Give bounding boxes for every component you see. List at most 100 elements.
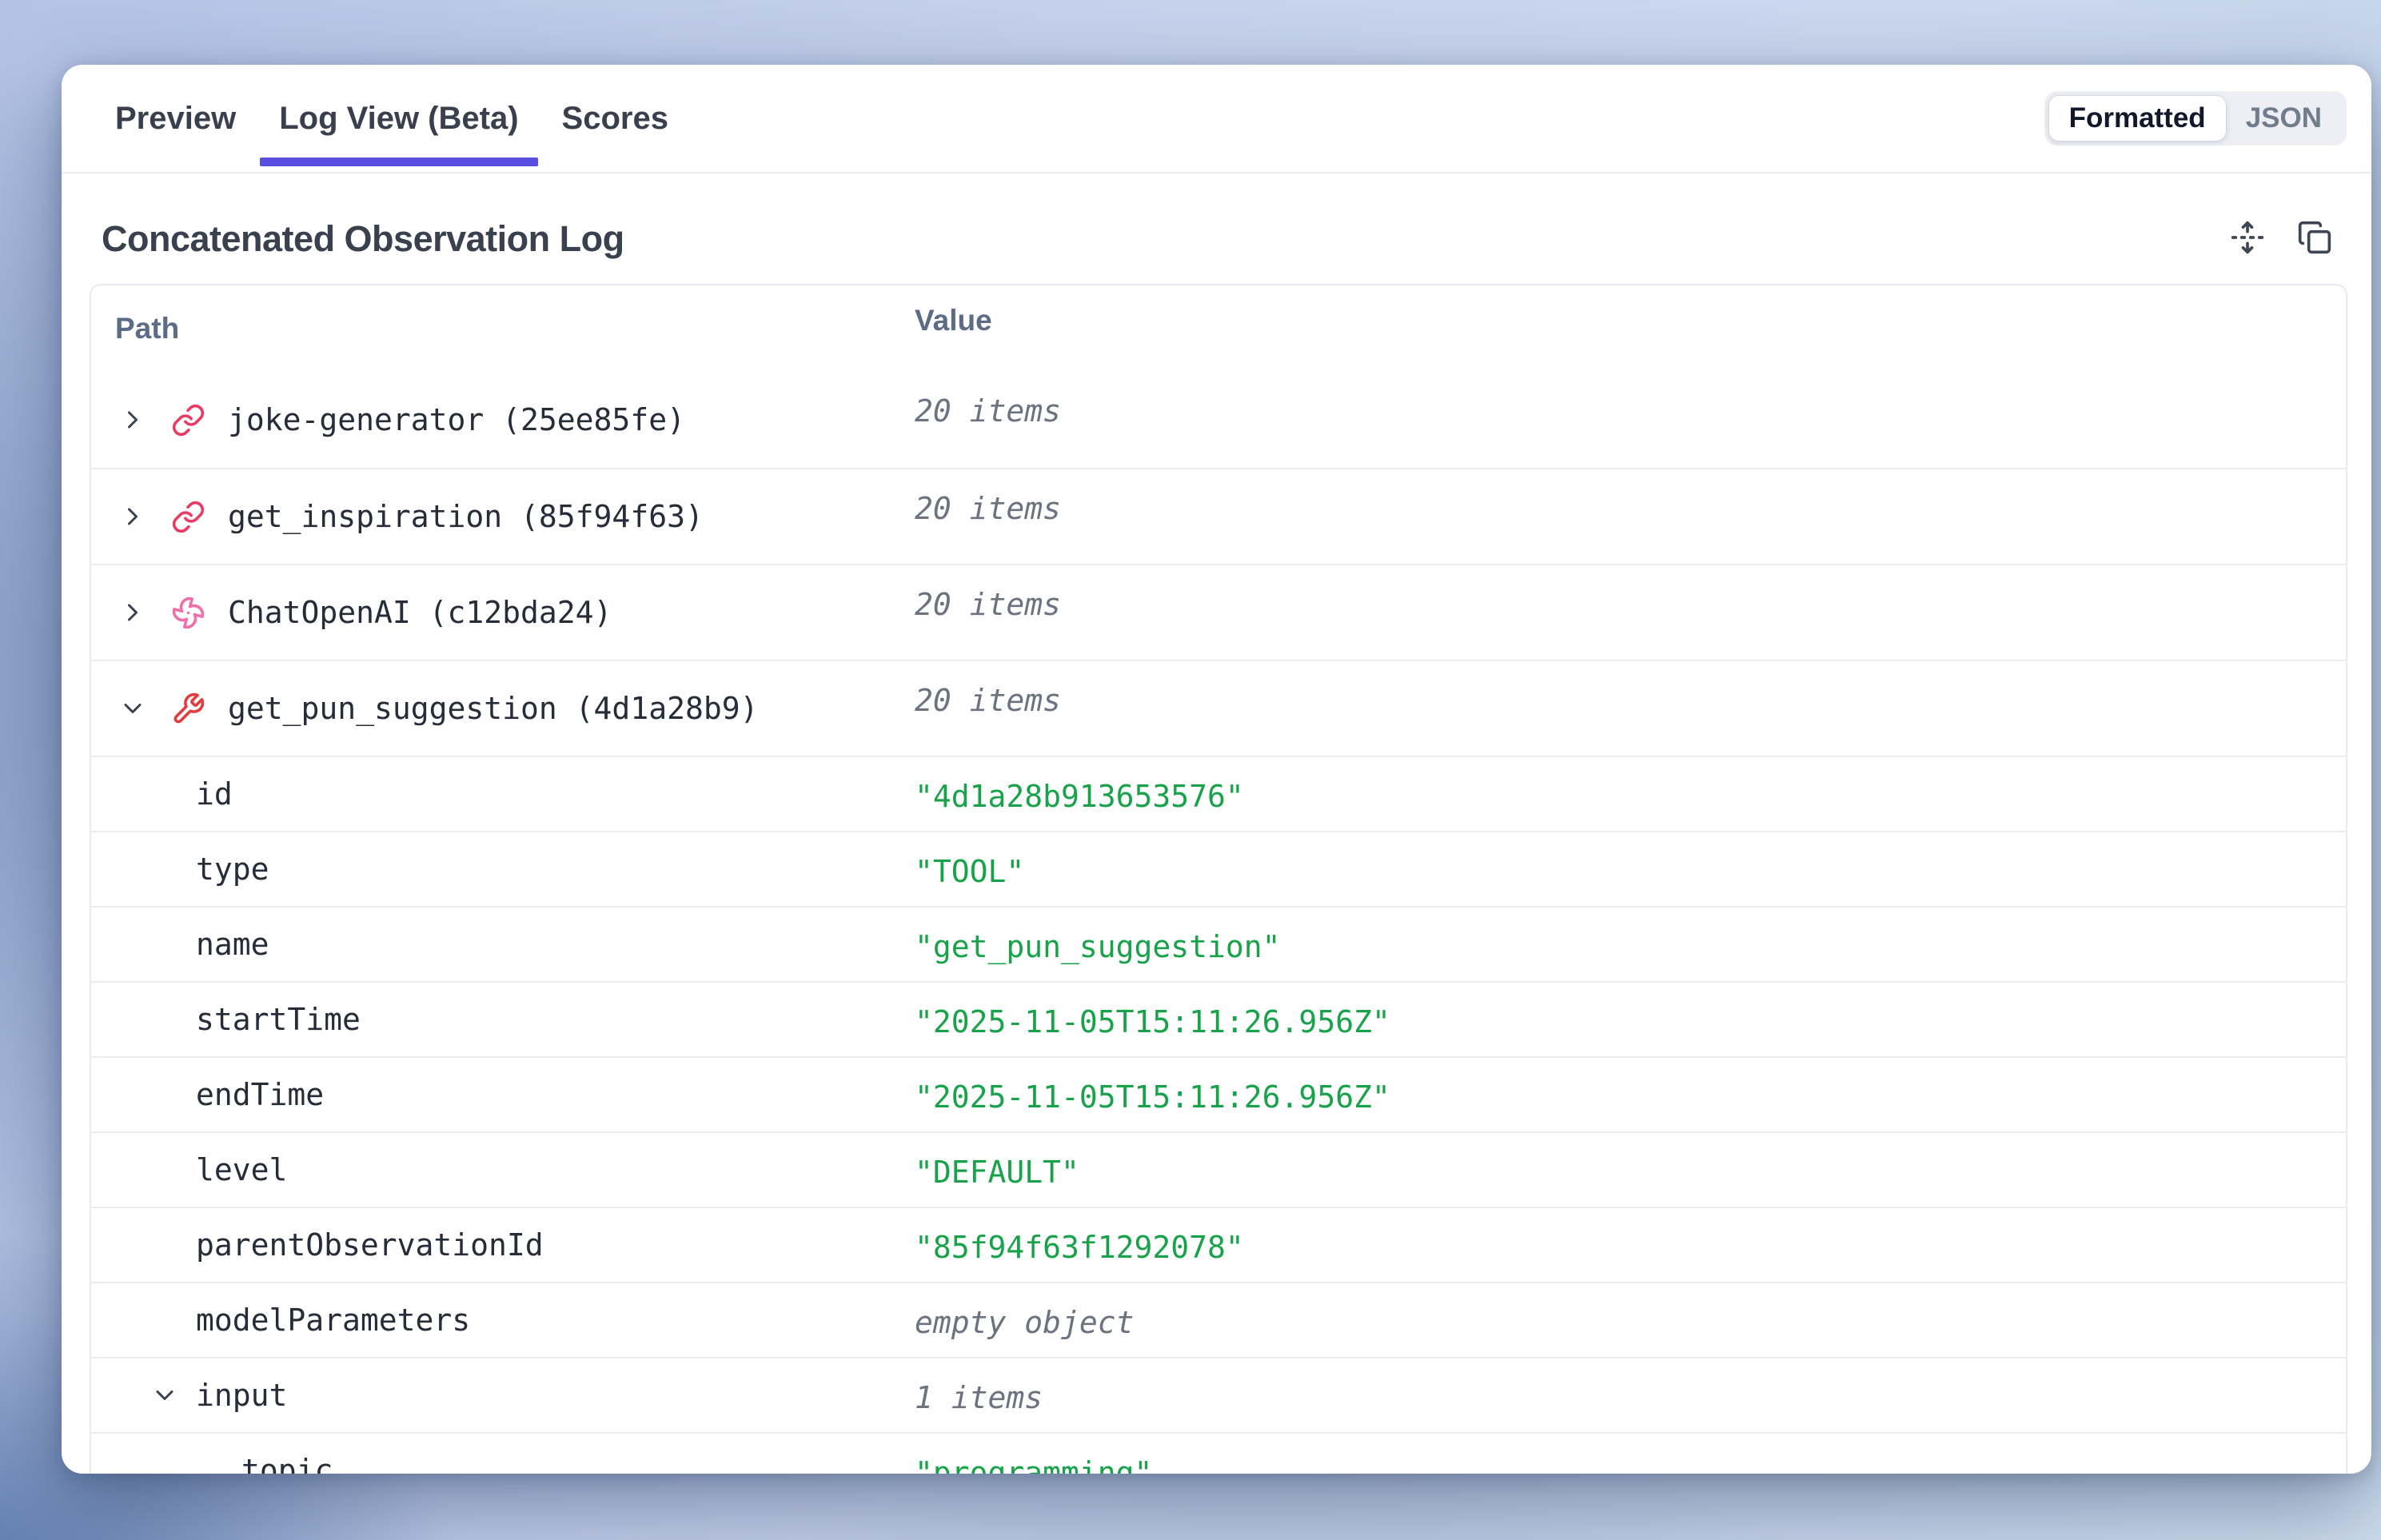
link-icon <box>171 500 205 534</box>
value-cell: "4d1a28b913653576" <box>915 757 2346 831</box>
path-cell: endTime <box>91 1058 915 1131</box>
chevron-right-icon[interactable] <box>118 405 147 434</box>
link-icon <box>171 403 205 437</box>
string-value: "DEFAULT" <box>915 1155 1079 1190</box>
value-cell: "DEFAULT" <box>915 1133 2346 1207</box>
value-cell: empty object <box>915 1283 2346 1357</box>
meta-value: 20 items <box>915 393 1061 429</box>
path-cell: get_pun_suggestion (4d1a28b9) <box>91 661 915 756</box>
table-row[interactable]: type "TOOL" <box>91 831 2346 906</box>
value-cell: 20 items <box>915 565 2346 660</box>
meta-value: 20 items <box>915 683 1061 718</box>
chevron-right-icon[interactable] <box>118 598 147 627</box>
path-cell: modelParameters <box>91 1283 915 1357</box>
field-key: level <box>196 1152 287 1187</box>
path-cell: input <box>91 1358 915 1432</box>
string-value: "TOOL" <box>915 854 1024 889</box>
trace-log-card: Preview Log View (Beta) Scores Formatted… <box>62 65 2371 1474</box>
meta-value: empty object <box>915 1305 1135 1340</box>
format-toggle: Formatted JSON <box>2044 91 2347 146</box>
column-header-path: Path <box>91 285 915 372</box>
path-cell: startTime <box>91 983 915 1056</box>
unfold-vertical-button[interactable] <box>2227 219 2267 259</box>
value-cell: "programming" <box>915 1434 2346 1474</box>
meta-value: 20 items <box>915 587 1061 622</box>
observation-label: get_pun_suggestion (4d1a28b9) <box>228 691 758 726</box>
copy-button[interactable] <box>2295 219 2335 259</box>
unfold-vertical-icon <box>2230 220 2265 259</box>
string-value: "get_pun_suggestion" <box>915 929 1281 964</box>
table-row[interactable]: endTime "2025-11-05T15:11:26.956Z" <box>91 1056 2346 1131</box>
value-cell: 20 items <box>915 469 2346 564</box>
tab-log-view[interactable]: Log View (Beta) <box>257 65 540 172</box>
column-header-value: Value <box>915 285 2346 372</box>
field-key: parentObservationId <box>196 1227 544 1263</box>
string-value: "4d1a28b913653576" <box>915 779 1244 814</box>
table-row[interactable]: id "4d1a28b913653576" <box>91 756 2346 831</box>
string-value: "2025-11-05T15:11:26.956Z" <box>915 1079 1390 1115</box>
copy-icon <box>2297 220 2332 259</box>
chevron-down-icon[interactable] <box>150 1381 179 1410</box>
string-value: "programming" <box>915 1455 1152 1474</box>
table-row[interactable]: joke-generator (25ee85fe) 20 items <box>91 372 2346 468</box>
log-title: Concatenated Observation Log <box>102 218 624 260</box>
value-cell: "2025-11-05T15:11:26.956Z" <box>915 1058 2346 1131</box>
tab-list: Preview Log View (Beta) Scores <box>94 65 690 172</box>
field-key: topic <box>241 1453 333 1474</box>
field-key: input <box>196 1378 287 1413</box>
string-value: "85f94f63f1292078" <box>915 1230 1244 1265</box>
toggle-formatted[interactable]: Formatted <box>2049 96 2226 141</box>
path-cell: topic <box>91 1434 915 1474</box>
meta-value: 1 items <box>915 1380 1043 1415</box>
path-cell: level <box>91 1133 915 1207</box>
desktop-background: { "accent_color": "#5a4ee0", "tabs": [ {… <box>0 0 2381 1540</box>
path-cell: joke-generator (25ee85fe) <box>91 372 915 468</box>
section-header: Concatenated Observation Log <box>62 218 2371 260</box>
table-row[interactable]: get_pun_suggestion (4d1a28b9) 20 items <box>91 660 2346 756</box>
path-cell: name <box>91 908 915 981</box>
value-cell: "TOOL" <box>915 832 2346 906</box>
table-row[interactable]: name "get_pun_suggestion" <box>91 906 2346 981</box>
value-cell: 20 items <box>915 661 2346 756</box>
value-cell: "85f94f63f1292078" <box>915 1208 2346 1282</box>
string-value: "2025-11-05T15:11:26.956Z" <box>915 1004 1390 1039</box>
tab-preview[interactable]: Preview <box>94 65 257 172</box>
table-header-row: Path Value <box>91 285 2346 372</box>
field-key: id <box>196 776 233 812</box>
value-cell: "get_pun_suggestion" <box>915 908 2346 981</box>
meta-value: 20 items <box>915 491 1061 526</box>
toggle-json[interactable]: JSON <box>2226 96 2342 141</box>
field-key: modelParameters <box>196 1303 470 1338</box>
table-row[interactable]: input 1 items <box>91 1357 2346 1432</box>
table-row[interactable]: ChatOpenAI (c12bda24) 20 items <box>91 564 2346 660</box>
tab-scores[interactable]: Scores <box>540 65 690 172</box>
field-key: startTime <box>196 1002 361 1037</box>
value-cell: 20 items <box>915 372 2346 468</box>
table-row[interactable]: modelParameters empty object <box>91 1282 2346 1357</box>
table-row[interactable]: level "DEFAULT" <box>91 1131 2346 1207</box>
value-cell: "2025-11-05T15:11:26.956Z" <box>915 983 2346 1056</box>
field-key: name <box>196 927 269 962</box>
tabs-bar: Preview Log View (Beta) Scores Formatted… <box>62 65 2371 174</box>
field-key: type <box>196 852 269 887</box>
table-body: joke-generator (25ee85fe)20 itemsget_ins… <box>91 372 2346 1474</box>
observation-label: joke-generator (25ee85fe) <box>228 402 685 437</box>
path-cell: type <box>91 832 915 906</box>
log-table: Path Value joke-generator (25ee85fe) 20 i… <box>90 284 2347 1474</box>
path-cell: ChatOpenAI (c12bda24) <box>91 565 915 660</box>
path-cell: id <box>91 757 915 831</box>
wrench-icon <box>171 692 205 726</box>
chevron-right-icon[interactable] <box>118 502 147 531</box>
field-key: endTime <box>196 1077 324 1112</box>
path-cell: get_inspiration (85f94f63) <box>91 469 915 564</box>
table-row[interactable]: topic "programming" <box>91 1432 2346 1474</box>
observation-label: ChatOpenAI (c12bda24) <box>228 595 612 630</box>
value-cell: 1 items <box>915 1358 2346 1432</box>
header-actions <box>2227 219 2335 259</box>
chevron-down-icon[interactable] <box>118 694 147 723</box>
observation-label: get_inspiration (85f94f63) <box>228 499 704 534</box>
fan-icon <box>171 596 205 630</box>
table-row[interactable]: get_inspiration (85f94f63) 20 items <box>91 468 2346 564</box>
table-row[interactable]: startTime "2025-11-05T15:11:26.956Z" <box>91 981 2346 1056</box>
table-row[interactable]: parentObservationId "85f94f63f1292078" <box>91 1207 2346 1282</box>
